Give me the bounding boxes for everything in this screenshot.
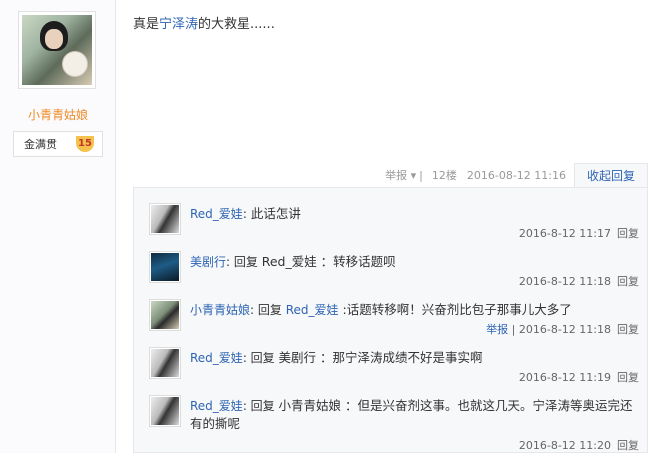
reply-button[interactable]: 回复 — [617, 323, 639, 336]
collapse-replies-button[interactable]: 收起回复 — [573, 163, 648, 187]
post-meta: 举报 ▾ | 12楼 2016-08-12 11:16 收起回复 — [385, 163, 648, 187]
reply-button[interactable]: 回复 — [617, 275, 639, 288]
reply-footer: 举报 | 2016-8-12 11:18 回复 — [486, 323, 639, 336]
reply-footer: 2016-8-12 11:17 回复 — [519, 225, 639, 241]
author-avatar[interactable] — [18, 11, 96, 89]
reply-text: Red_爱娃: 回复 小青青姑娘 ：但是兴奋剂这事。也就这几天。宁泽涛等奥运完还… — [190, 398, 633, 431]
reply-text: Red_爱娃: 回复 美剧行 ：那宁泽涛成绩不好是事实啊 — [190, 350, 483, 365]
reply-avatar[interactable] — [149, 203, 181, 235]
author-sidebar: 小青青姑娘 金满贯 15 — [0, 0, 116, 453]
reply-text: Red_爱娃: 此话怎讲 — [190, 206, 301, 221]
author-badge[interactable]: 金满贯 15 — [13, 131, 103, 157]
reply-text: 美剧行: 回复 Red_爱娃 ：转移话题呗 — [190, 254, 396, 269]
post-text-prefix: 真是 — [133, 17, 160, 32]
reply-user[interactable]: Red_爱娃 — [190, 207, 243, 221]
reply-avatar[interactable] — [149, 299, 181, 331]
report-link[interactable]: 举报 — [486, 323, 508, 336]
floor-number: 12楼 — [431, 169, 457, 182]
reply-item: Red_爱娃: 回复 小青青姑娘 ：但是兴奋剂这事。也就这几天。宁泽涛等奥运完还… — [149, 395, 639, 455]
post-time: 2016-08-12 11:16 — [466, 168, 566, 182]
author-avatar-image — [22, 15, 92, 85]
reply-avatar[interactable] — [149, 347, 181, 379]
reply-time: 2016-8-12 11:20 — [518, 439, 611, 452]
reply-item: 小青青姑娘: 回复 Red_爱娃 :话题转移啊！兴奋剂比包子那事儿大多了 举报 … — [149, 299, 639, 339]
reply-text: 小青青姑娘: 回复 Red_爱娃 :话题转移啊！兴奋剂比包子那事儿大多了 — [190, 302, 572, 317]
reply-time: 2016-8-12 11:19 — [518, 371, 611, 384]
post-content: 真是宁泽涛的大救星...... — [133, 13, 275, 32]
reply-item: Red_爱娃: 回复 美剧行 ：那宁泽涛成绩不好是事实啊 2016-8-12 1… — [149, 347, 639, 387]
reply-user[interactable]: 美剧行 — [190, 255, 226, 269]
reply-to-user[interactable]: Red_爱娃 — [286, 303, 339, 317]
reply-footer: 2016-8-12 11:20 回复 — [519, 437, 639, 453]
reply-user[interactable]: Red_爱娃 — [190, 351, 243, 365]
reply-list: Red_爱娃: 此话怎讲 2016-8-12 11:17 回复 美剧行: 回复 R… — [133, 187, 648, 453]
reply-button[interactable]: 回复 — [617, 371, 639, 384]
reply-footer: 2016-8-12 11:19 回复 — [519, 369, 639, 385]
reply-item: Red_爱娃: 此话怎讲 2016-8-12 11:17 回复 — [149, 203, 639, 243]
reply-time: 2016-8-12 11:18 — [518, 275, 611, 288]
reply-button[interactable]: 回复 — [617, 439, 639, 452]
badge-label: 金满贯 — [24, 138, 57, 151]
reply-avatar[interactable] — [149, 395, 181, 427]
meta-separator: | — [419, 168, 423, 182]
reply-avatar[interactable] — [149, 251, 181, 283]
reply-footer: 2016-8-12 11:18 回复 — [519, 273, 639, 289]
reply-button[interactable]: 回复 — [617, 227, 639, 240]
reply-user[interactable]: Red_爱娃 — [190, 399, 243, 413]
reply-item: 美剧行: 回复 Red_爱娃 ：转移话题呗 2016-8-12 11:18 回复 — [149, 251, 639, 291]
badge-level: 15 — [76, 136, 94, 152]
post-link[interactable]: 宁泽涛 — [159, 17, 198, 32]
reply-user[interactable]: 小青青姑娘 — [190, 303, 250, 317]
chevron-down-icon: ▾ — [410, 169, 417, 182]
reply-time: 2016-8-12 11:17 — [518, 227, 611, 240]
author-name[interactable]: 小青青姑娘 — [0, 106, 116, 123]
report-link[interactable]: 举报 ▾ — [385, 167, 416, 183]
post-text-suffix: 的大救星...... — [198, 17, 275, 32]
reply-time: 2016-8-12 11:18 — [518, 323, 611, 336]
